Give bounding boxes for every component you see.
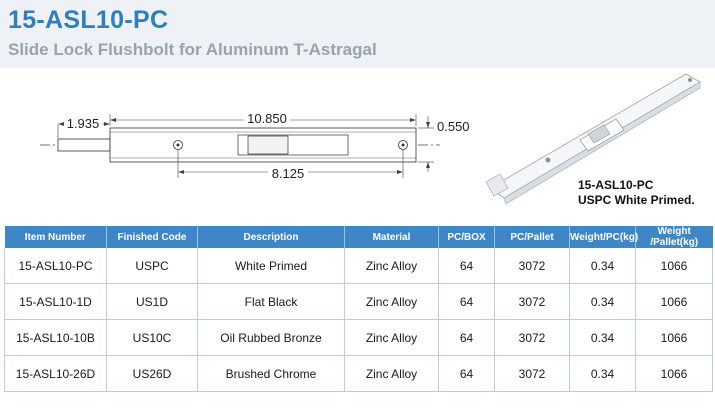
arrow-head xyxy=(410,118,416,122)
table-cell: 3072 xyxy=(494,283,570,320)
table-cell: 3072 xyxy=(494,248,570,284)
screw-hole-center xyxy=(401,143,405,147)
arrow-head xyxy=(58,122,64,126)
slide-knob xyxy=(247,135,289,155)
table-cell: 64 xyxy=(438,319,495,356)
column-header: Item Number xyxy=(4,226,107,248)
arrow-head xyxy=(104,122,110,126)
dim-bottom-label: 8.125 xyxy=(272,166,305,181)
table-cell: 0.34 xyxy=(569,355,636,392)
arrow-head xyxy=(426,122,430,128)
table-cell: Flat Black xyxy=(197,283,345,320)
table-cell: 1066 xyxy=(635,283,713,320)
table-cell: 3072 xyxy=(494,319,570,356)
table-row: 15-ASL10-PC USPC White Primed Zinc Alloy… xyxy=(4,248,713,284)
page-title: 15-ASL10-PC xyxy=(8,6,169,34)
arrow-head xyxy=(110,118,116,122)
table-cell: 3072 xyxy=(494,355,570,392)
table-cell: 15-ASL10-1D xyxy=(4,283,107,320)
arrow-head xyxy=(426,162,430,168)
table-cell: 1066 xyxy=(635,355,713,392)
bolt-rod xyxy=(57,138,111,152)
column-header: Weight /Pallet(kg) xyxy=(635,226,713,248)
table-cell: Oil Rubbed Bronze xyxy=(197,319,345,356)
column-header: Weight/PC(kg) xyxy=(569,226,638,248)
table-cell: Zinc Alloy xyxy=(344,355,439,392)
column-header: PC/BOX xyxy=(438,226,495,248)
dim-top-label: 10.850 xyxy=(247,111,287,126)
table-cell: 0.34 xyxy=(569,248,636,284)
table-cell: 64 xyxy=(438,355,495,392)
table-cell: USPC xyxy=(106,248,198,284)
table-cell: 1066 xyxy=(635,319,713,356)
table-cell: US10C xyxy=(106,319,198,356)
table-cell: Zinc Alloy xyxy=(344,248,439,284)
table-cell: White Primed xyxy=(197,248,345,284)
column-header: Finished Code xyxy=(106,226,198,248)
table-row: 15-ASL10-10B US10C Oil Rubbed Bronze Zin… xyxy=(4,319,713,356)
table-row: 15-ASL10-26D US26D Brushed Chrome Zinc A… xyxy=(4,355,713,392)
arrow-head xyxy=(178,170,184,174)
table-cell: 64 xyxy=(438,283,495,320)
dim-right-label: 0.550 xyxy=(437,119,470,134)
table-cell: 0.34 xyxy=(569,283,636,320)
caption-line-2: USPC White Primed. xyxy=(578,193,695,207)
table-cell: US1D xyxy=(106,283,198,320)
table-cell: 15-ASL10-10B xyxy=(4,319,107,356)
arrow-head xyxy=(397,170,403,174)
table-cell: 0.34 xyxy=(569,319,636,356)
table-cell: 64 xyxy=(438,248,495,284)
table-row: 15-ASL10-1D US1D Flat Black Zinc Alloy 6… xyxy=(4,283,713,320)
product-caption: 15-ASL10-PC USPC White Primed. xyxy=(578,178,695,208)
table-cell: Zinc Alloy xyxy=(344,319,439,356)
table-cell: 1066 xyxy=(635,248,713,284)
column-header: Description xyxy=(197,226,345,248)
column-header: Material xyxy=(344,226,439,248)
specification-table: Item Number Finished Code Description Ma… xyxy=(4,226,713,392)
table-header-row: Item Number Finished Code Description Ma… xyxy=(4,226,713,248)
table-cell: Brushed Chrome xyxy=(197,355,345,392)
column-header: PC/Pallet xyxy=(494,226,570,248)
page-subtitle: Slide Lock Flushbolt for Aluminum T-Astr… xyxy=(8,40,377,59)
dim-left-label: 1.935 xyxy=(67,116,100,131)
page-header: 15-ASL10-PC Slide Lock Flushbolt for Alu… xyxy=(0,0,715,68)
table-cell: Zinc Alloy xyxy=(344,283,439,320)
table-cell: 15-ASL10-PC xyxy=(4,248,107,284)
table-cell: US26D xyxy=(106,355,198,392)
screw-hole-center xyxy=(176,143,180,147)
caption-line-1: 15-ASL10-PC xyxy=(578,178,654,192)
table-cell: 15-ASL10-26D xyxy=(4,355,107,392)
